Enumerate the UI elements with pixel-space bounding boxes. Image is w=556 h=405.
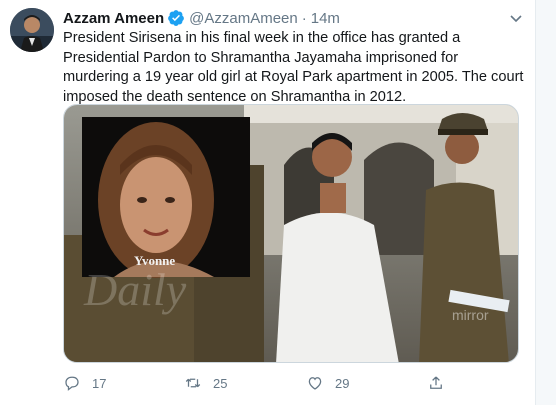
separator-dot: · bbox=[301, 9, 307, 27]
timeline-gutter bbox=[535, 0, 556, 405]
watermark-text: Daily bbox=[83, 264, 187, 315]
retweet-button[interactable]: 25 bbox=[184, 374, 227, 392]
tweet-text: President Sirisena in his final week in … bbox=[63, 30, 524, 105]
heart-icon bbox=[308, 377, 322, 390]
share-icon bbox=[430, 376, 442, 389]
like-count: 29 bbox=[335, 375, 350, 391]
verified-badge-icon bbox=[167, 9, 185, 27]
retweet-icon bbox=[185, 378, 201, 388]
timestamp[interactable]: 14m bbox=[311, 10, 340, 27]
reply-icon bbox=[65, 376, 79, 391]
action-bar: 17 25 29 bbox=[63, 370, 503, 400]
avatar[interactable] bbox=[10, 8, 54, 52]
reply-count: 17 bbox=[92, 375, 107, 391]
author-name[interactable]: Azzam Ameen bbox=[63, 10, 164, 27]
watermark-tail: mirror bbox=[452, 307, 489, 323]
avatar-image bbox=[10, 8, 54, 52]
tweet-header: Azzam Ameen @AzzamAmeen · 14m bbox=[63, 9, 340, 27]
tweet-card[interactable]: Azzam Ameen @AzzamAmeen · 14m President … bbox=[0, 0, 535, 405]
tweet-media[interactable]: Yvonne Daily mirror bbox=[63, 104, 519, 363]
author-handle[interactable]: @AzzamAmeen bbox=[189, 10, 298, 27]
chevron-down-icon[interactable] bbox=[508, 10, 524, 26]
media-photo: Yvonne Daily mirror bbox=[64, 105, 518, 362]
reply-button[interactable]: 17 bbox=[63, 374, 106, 392]
like-button[interactable]: 29 bbox=[306, 374, 349, 392]
retweet-count: 25 bbox=[213, 375, 228, 391]
share-button[interactable] bbox=[427, 374, 456, 392]
